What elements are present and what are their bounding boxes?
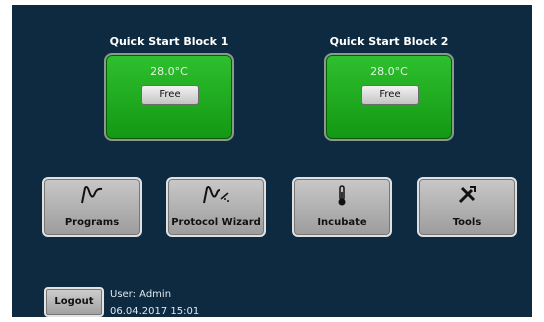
programs-button[interactable]: Programs	[42, 177, 142, 237]
programs-curve-icon	[44, 185, 140, 210]
programs-label: Programs	[64, 217, 120, 228]
quick-start-block-2[interactable]: 28.0°C Free	[324, 53, 454, 141]
tools-label: Tools	[452, 217, 482, 228]
main-screen	[12, 5, 532, 317]
wizard-curve-icon	[168, 185, 264, 210]
tools-button[interactable]: Tools	[417, 177, 517, 237]
block-1-temperature: 28.0°C	[150, 65, 188, 78]
user-label: User: Admin	[110, 289, 172, 300]
incubate-button[interactable]: Incubate	[292, 177, 392, 237]
protocol-wizard-label: Protocol Wizard	[171, 217, 261, 228]
protocol-wizard-button[interactable]: Protocol Wizard	[166, 177, 266, 237]
block-2-free-button[interactable]: Free	[361, 85, 419, 105]
block-1-free-button[interactable]: Free	[141, 85, 199, 105]
block-1-title: Quick Start Block 1	[109, 35, 229, 48]
logout-button[interactable]: Logout	[44, 287, 104, 317]
quick-start-block-1[interactable]: 28.0°C Free	[104, 53, 234, 141]
tools-icon	[419, 185, 515, 210]
incubate-label: Incubate	[317, 217, 367, 228]
block-2-title: Quick Start Block 2	[329, 35, 449, 48]
datetime-label: 06.04.2017 15:01	[110, 306, 200, 317]
thermometer-icon	[294, 185, 390, 212]
block-2-temperature: 28.0°C	[370, 65, 408, 78]
